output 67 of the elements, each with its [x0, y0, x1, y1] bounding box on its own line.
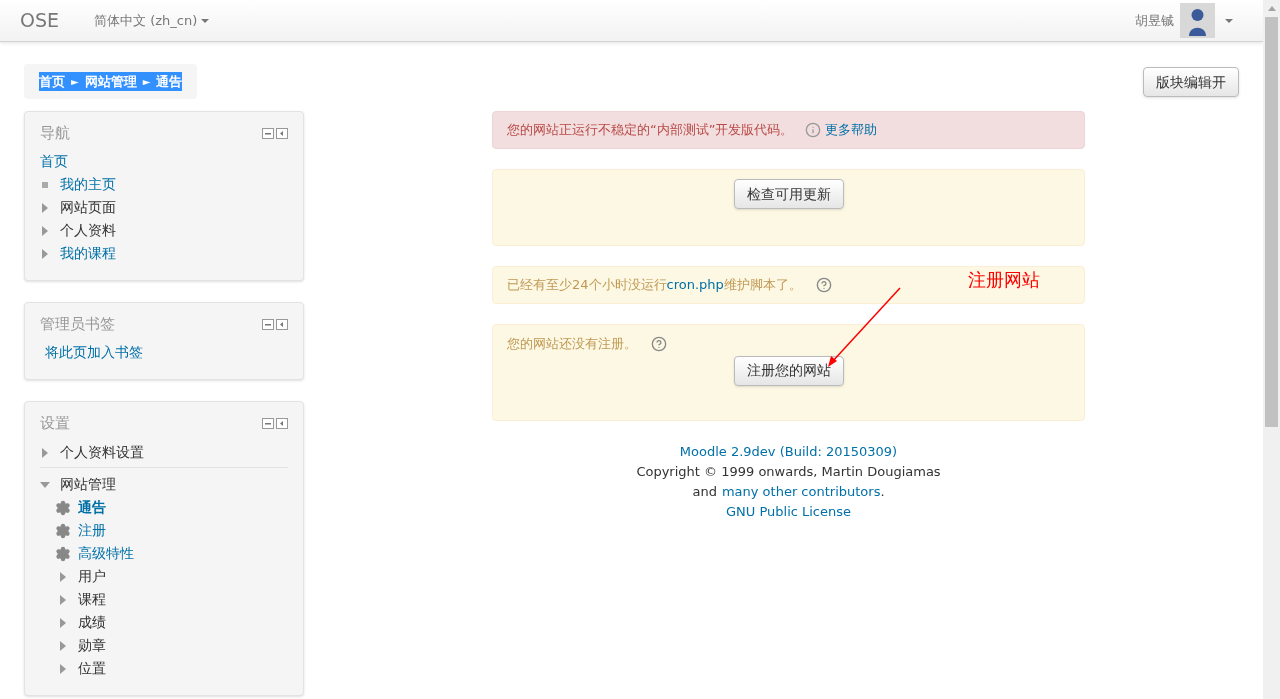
block-title: 设置	[40, 412, 70, 434]
expand-arrow-icon[interactable]	[60, 640, 66, 651]
tree-link[interactable]: 注册	[78, 520, 106, 541]
tree-link[interactable]: 位置	[78, 658, 106, 679]
help-link[interactable]: 更多帮助	[825, 120, 878, 140]
brand-link[interactable]: OSE	[20, 6, 60, 35]
tree-link[interactable]: 通告	[78, 497, 106, 518]
check-updates-button[interactable]: 检查可用更新	[733, 179, 844, 209]
block-controls-icon[interactable]	[262, 417, 288, 429]
expand-arrow-icon[interactable]	[60, 594, 66, 605]
expand-arrow-icon[interactable]	[60, 571, 66, 582]
tree-link[interactable]: 首页	[40, 151, 68, 172]
license-link[interactable]: GNU Public License	[725, 502, 852, 522]
breadcrumb-link[interactable]: 通告	[156, 71, 183, 92]
contributors-link[interactable]: many other contributors	[721, 482, 881, 502]
user-name[interactable]: 胡昱铖	[1135, 10, 1174, 31]
expand-arrow-icon[interactable]	[42, 447, 48, 458]
tree-link[interactable]: 高级特性	[78, 543, 134, 564]
tree-link[interactable]: 网站管理	[60, 474, 116, 495]
gear-icon	[55, 522, 71, 539]
breadcrumb-separator: ►	[71, 75, 79, 89]
breadcrumb-link[interactable]: 网站管理	[84, 71, 137, 92]
tree-link[interactable]: 个人资料设置	[60, 442, 144, 463]
tree-link[interactable]: 勋章	[78, 635, 106, 656]
collapse-arrow-icon[interactable]	[40, 481, 50, 488]
breadcrumb-link[interactable]: 首页	[39, 71, 65, 92]
language-menu[interactable]: 简体中文 (zh_cn)	[94, 10, 210, 31]
version-link[interactable]: Moodle 2.9dev (Build: 20150309)	[679, 442, 898, 462]
expand-arrow-icon[interactable]	[60, 617, 66, 628]
help-icon[interactable]	[651, 335, 667, 352]
register-site-button[interactable]: 注册您的网站	[733, 355, 844, 386]
scrollbar[interactable]	[1263, 0, 1280, 699]
alert-text: 您的网站还没有注册。	[507, 335, 637, 353]
block-controls-icon[interactable]	[262, 127, 288, 139]
expand-arrow-icon[interactable]	[60, 663, 66, 674]
tree-link[interactable]: 我的主页	[60, 174, 116, 195]
tree-link[interactable]: 将此页加入书签	[45, 342, 143, 363]
tree-link[interactable]: 网站页面	[60, 197, 116, 218]
block-controls-icon[interactable]	[262, 318, 288, 330]
tree-link[interactable]: 成绩	[78, 612, 106, 633]
footer-text: and	[692, 483, 717, 501]
help-icon[interactable]	[815, 277, 832, 293]
breadcrumb-separator: ►	[142, 75, 151, 89]
tree-link[interactable]: 个人资料	[60, 220, 116, 241]
avatar-icon[interactable]	[1180, 3, 1215, 38]
annotation-text: 注册网站	[968, 268, 1040, 292]
caret-icon[interactable]	[1225, 18, 1233, 23]
tree-link[interactable]: 课程	[78, 589, 106, 610]
square-bullet-icon	[42, 181, 48, 188]
tree-link[interactable]: 用户	[78, 566, 106, 587]
block-title: 导航	[40, 122, 70, 144]
alert-text: 已经有至少24个小时没运行cron.php维护脚本了。	[507, 276, 802, 295]
alert-text: 您的网站正运行不稳定的“内部测试”开发版代码。	[507, 121, 794, 140]
block-editing-button[interactable]: 版块编辑开	[1143, 67, 1239, 97]
gear-icon	[55, 499, 71, 516]
copyright-text: Copyright © 1999 onwards, Martin Dougiamas	[636, 463, 941, 481]
cron-link[interactable]: cron.php	[666, 277, 724, 293]
block-title: 管理员书签	[40, 313, 115, 335]
expand-arrow-icon[interactable]	[42, 225, 48, 236]
gear-icon	[55, 545, 71, 562]
caret-icon	[201, 18, 210, 23]
expand-arrow-icon[interactable]	[42, 248, 48, 259]
info-icon	[805, 122, 822, 138]
footer-text: .	[880, 483, 885, 501]
tree-link[interactable]: 我的课程	[60, 243, 116, 264]
expand-arrow-icon[interactable]	[42, 202, 48, 213]
scroll-up-icon	[1267, 6, 1276, 11]
